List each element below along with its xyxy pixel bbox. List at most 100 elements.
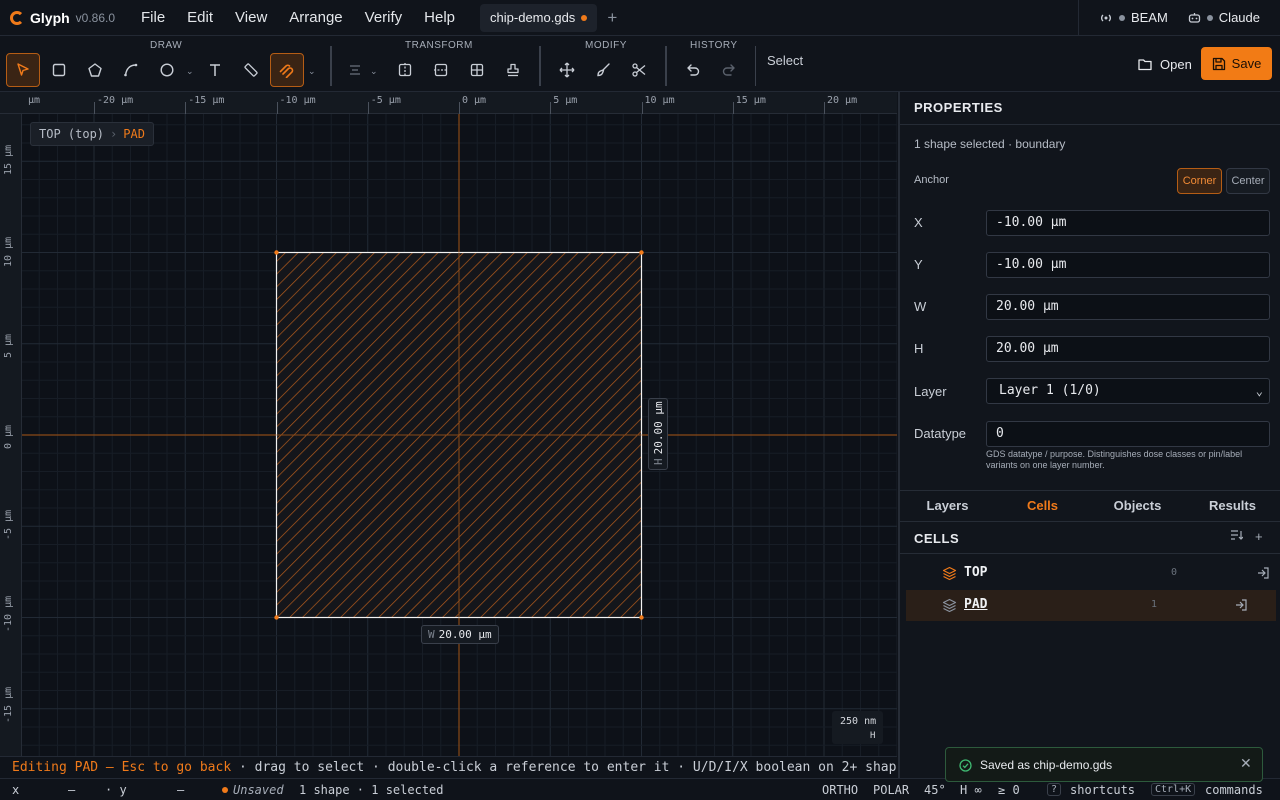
close-icon[interactable]: ✕ bbox=[1240, 755, 1252, 772]
align-options-chevron-icon[interactable]: ⌄ bbox=[370, 66, 378, 77]
scale-axis: H bbox=[870, 731, 876, 741]
text-icon bbox=[210, 64, 220, 76]
anchor-center-button[interactable]: Center bbox=[1226, 168, 1270, 194]
ortho-toggle[interactable]: ORTHO bbox=[822, 783, 858, 797]
beam-status[interactable]: BEAM bbox=[1099, 10, 1168, 25]
menu-verify[interactable]: Verify bbox=[354, 9, 414, 26]
ruler-tool-button[interactable] bbox=[234, 53, 268, 87]
ruler-x-tick-label: -5 µm bbox=[370, 95, 401, 106]
breadcrumb-root[interactable]: TOP (top) bbox=[39, 127, 104, 141]
enter-cell-icon[interactable] bbox=[1234, 598, 1248, 615]
flip-vertical-icon bbox=[434, 63, 448, 77]
commands-link[interactable]: commands bbox=[1205, 783, 1263, 797]
panel-divider bbox=[900, 553, 1280, 554]
saved-toast: Saved as chip-demo.gds ✕ bbox=[945, 747, 1263, 782]
menu-view[interactable]: View bbox=[224, 9, 278, 26]
layout-canvas[interactable]: µm -20 µm -15 µm -10 µm -5 µm 0 µm 5 µm 10 µm 15… bbox=[0, 92, 897, 756]
cell-name: TOP bbox=[964, 565, 988, 580]
w-field[interactable]: 20.00 µm bbox=[986, 294, 1270, 320]
rectangle-tool-button[interactable] bbox=[42, 53, 76, 87]
enter-cell-icon[interactable] bbox=[1256, 566, 1270, 583]
redo-button[interactable] bbox=[712, 53, 746, 87]
polygon-tool-button[interactable] bbox=[78, 53, 112, 87]
polar-toggle[interactable]: POLAR bbox=[873, 783, 909, 797]
datatype-field[interactable]: 0 bbox=[986, 421, 1270, 447]
align-button[interactable] bbox=[338, 53, 372, 87]
tab-results[interactable]: Results bbox=[1185, 491, 1280, 521]
path-tool-button[interactable] bbox=[114, 53, 148, 87]
cursor-y-value: — bbox=[177, 783, 185, 797]
scale-value: 250 nm bbox=[840, 716, 877, 727]
unsaved-dot-icon bbox=[222, 787, 228, 793]
chevron-down-icon: ⌄ bbox=[1255, 384, 1263, 398]
horizontal-ruler: µm -20 µm -15 µm -10 µm -5 µm 0 µm 5 µm 10 µm 15… bbox=[0, 92, 897, 114]
angle-snap[interactable]: 45° bbox=[924, 783, 946, 797]
y-field[interactable]: -10.00 µm bbox=[986, 252, 1270, 278]
text-tool-button[interactable] bbox=[198, 53, 232, 87]
panel-divider bbox=[900, 124, 1280, 125]
tab-cells[interactable]: Cells bbox=[995, 491, 1090, 521]
anchor-corner-button[interactable]: Corner bbox=[1177, 168, 1222, 194]
path-curve-icon bbox=[124, 63, 138, 77]
claude-status[interactable]: Claude bbox=[1188, 10, 1260, 25]
corner-handle[interactable] bbox=[639, 250, 644, 255]
claude-label: Claude bbox=[1218, 10, 1260, 25]
sort-list-icon[interactable] bbox=[1230, 529, 1244, 544]
select-tool-button[interactable] bbox=[6, 53, 40, 87]
snap-options-chevron-icon[interactable]: ⌄ bbox=[308, 66, 316, 77]
circle-options-chevron-icon[interactable]: ⌄ bbox=[186, 66, 194, 77]
open-button-label: Open bbox=[1160, 56, 1192, 72]
open-button[interactable]: Open bbox=[1130, 48, 1200, 80]
file-tab[interactable]: chip-demo.gds bbox=[480, 3, 598, 32]
corner-handle[interactable] bbox=[639, 615, 644, 620]
active-tool-label: Select bbox=[767, 53, 804, 68]
cells-title: CELLS bbox=[914, 531, 960, 546]
claude-dot-icon bbox=[1206, 14, 1213, 21]
cell-row-top[interactable]: TOP 0 bbox=[906, 558, 1276, 589]
ruler-tick bbox=[824, 102, 825, 114]
circle-tool-button[interactable] bbox=[150, 53, 184, 87]
layer-select[interactable]: Layer 1 (1/0) ⌄ bbox=[986, 378, 1270, 404]
cell-row-pad[interactable]: PAD 1 bbox=[906, 590, 1276, 621]
array-button[interactable] bbox=[460, 53, 494, 87]
paintbrush-icon bbox=[597, 63, 610, 77]
flip-horizontal-button[interactable] bbox=[388, 53, 422, 87]
menu-file[interactable]: File bbox=[130, 9, 176, 26]
move-button[interactable] bbox=[550, 53, 584, 87]
edit-mode-hint: Editing PAD — Esc to go back bbox=[12, 760, 232, 775]
corner-handle[interactable] bbox=[274, 615, 279, 620]
ruler-tick bbox=[367, 102, 369, 114]
snap-tool-button[interactable] bbox=[270, 53, 304, 87]
x-field[interactable]: -10.00 µm bbox=[986, 210, 1270, 236]
group-label-modify: MODIFY bbox=[585, 40, 627, 51]
layers-icon bbox=[942, 566, 957, 584]
cell-breadcrumb: TOP (top) › PAD bbox=[30, 122, 154, 146]
shortcuts-link[interactable]: shortcuts bbox=[1070, 783, 1135, 797]
h-field[interactable]: 20.00 µm bbox=[986, 336, 1270, 362]
new-tab-button[interactable]: + bbox=[607, 8, 617, 28]
add-cell-button[interactable]: + bbox=[1255, 529, 1263, 544]
menu-help[interactable]: Help bbox=[413, 9, 466, 26]
min-value: ≥ 0 bbox=[998, 783, 1020, 797]
canvas-grid[interactable] bbox=[22, 114, 897, 756]
tab-layers[interactable]: Layers bbox=[900, 491, 995, 521]
ruler-y-tick-label: -5 µm bbox=[3, 510, 14, 541]
cut-button[interactable] bbox=[622, 53, 656, 87]
save-button[interactable]: Save bbox=[1201, 47, 1272, 80]
toolbar: DRAW TRANSFORM MODIFY HISTORY ⌄ ⌄ ⌄ Sele… bbox=[0, 36, 1280, 92]
flip-horizontal-icon bbox=[398, 63, 412, 77]
ruler-x-tick-label: 15 µm bbox=[735, 95, 766, 106]
stamp-button[interactable] bbox=[496, 53, 530, 87]
flip-vertical-button[interactable] bbox=[424, 53, 458, 87]
undo-button[interactable] bbox=[676, 53, 710, 87]
corner-handle[interactable] bbox=[274, 250, 279, 255]
tab-objects[interactable]: Objects bbox=[1090, 491, 1185, 521]
ruler-y-tick-label: 0 µm bbox=[3, 424, 14, 449]
y-label: Y bbox=[914, 257, 923, 272]
ruler-tick bbox=[641, 102, 643, 114]
menu-arrange[interactable]: Arrange bbox=[278, 9, 353, 26]
toast-message: Saved as chip-demo.gds bbox=[980, 758, 1113, 772]
unsaved-dot-icon bbox=[581, 14, 588, 21]
paint-button[interactable] bbox=[586, 53, 620, 87]
menu-edit[interactable]: Edit bbox=[176, 9, 224, 26]
